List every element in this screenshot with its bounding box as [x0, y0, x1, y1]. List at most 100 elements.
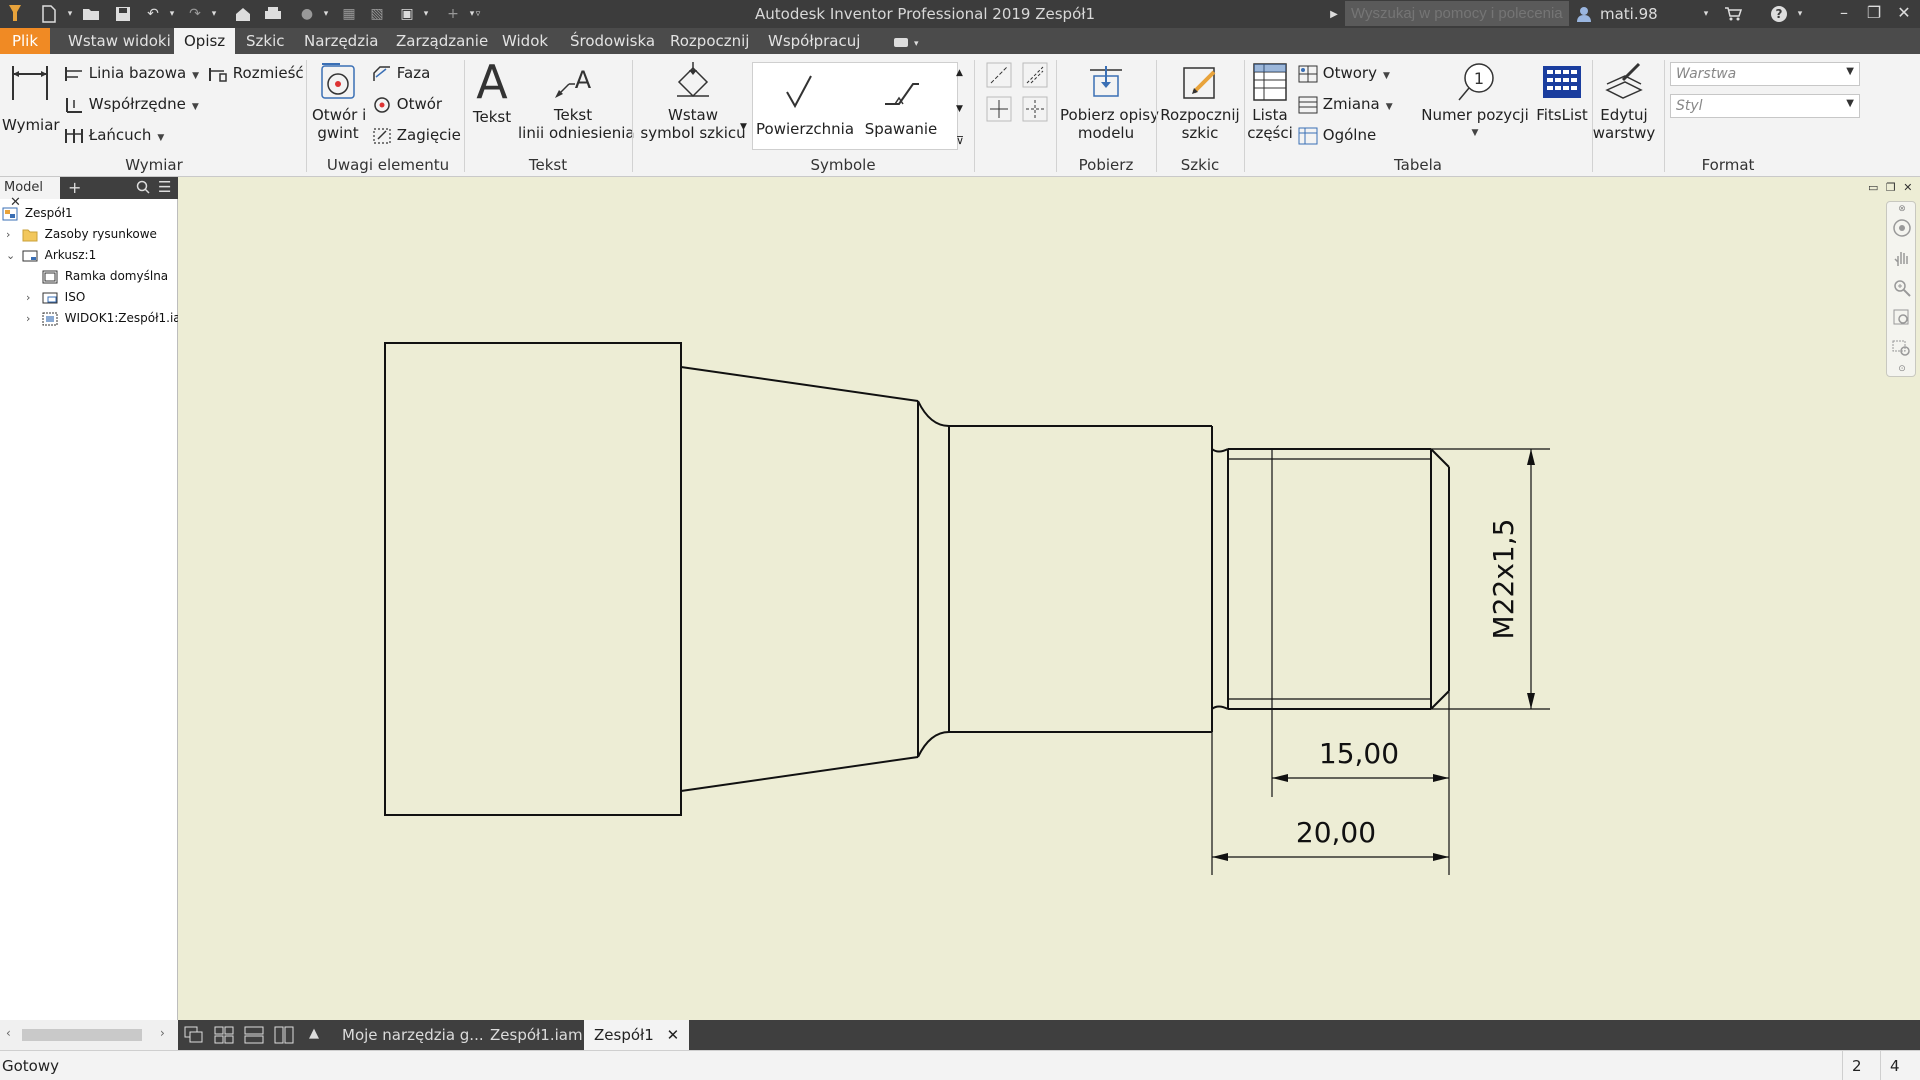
hole-note-button[interactable]: Otwór: [372, 95, 442, 114]
chevron-down-icon[interactable]: ▾: [208, 4, 220, 24]
dimension-text-thread[interactable]: M22x1,5: [1487, 519, 1520, 640]
chevron-down-icon[interactable]: ▼: [192, 102, 199, 112]
chevron-down-icon[interactable]: ▼: [192, 71, 199, 81]
chevron-down-icon[interactable]: ▼: [1386, 102, 1393, 112]
tile-vertical-icon[interactable]: [274, 1026, 294, 1044]
tree-item-iso[interactable]: › ISO: [26, 287, 85, 307]
ordinate-button[interactable]: Współrzędne ▼: [64, 95, 199, 114]
scroll-right-icon[interactable]: ›: [160, 1026, 165, 1040]
scroll-left-icon[interactable]: ‹: [6, 1026, 11, 1040]
arrange-button[interactable]: Rozmieść: [208, 64, 304, 83]
browser-tab-model[interactable]: Model ✕: [0, 177, 60, 210]
center-mark-icon[interactable]: [986, 96, 1012, 126]
fitslist-button[interactable]: FitsList: [1534, 60, 1590, 124]
help-icon[interactable]: ?: [1768, 4, 1790, 24]
baseline-button[interactable]: Linia bazowa ▼: [64, 64, 199, 83]
tab-szkic[interactable]: Szkic: [236, 28, 295, 54]
steering-wheel-icon[interactable]: [1892, 218, 1912, 238]
balloon-button[interactable]: 1 Numer pozycji ▼: [1420, 60, 1530, 142]
new-file-icon[interactable]: [38, 4, 60, 24]
tile-horizontal-icon[interactable]: [244, 1026, 264, 1044]
chevron-down-icon[interactable]: ▼: [1420, 124, 1530, 142]
inventor-logo-icon[interactable]: [4, 4, 26, 24]
chevron-down-icon[interactable]: ▾: [166, 4, 178, 24]
centerline-bisector-icon[interactable]: [986, 62, 1012, 92]
centered-pattern-icon[interactable]: [1022, 96, 1048, 126]
doc-tab-zespol1[interactable]: Zespół1 ✕: [584, 1020, 690, 1050]
bend-button[interactable]: Zagięcie: [372, 126, 461, 145]
dimension-text-20[interactable]: 20,00: [1296, 816, 1376, 849]
material-icon[interactable]: ●: [296, 4, 318, 24]
undo-icon[interactable]: ↶: [142, 4, 164, 24]
chevron-down-icon[interactable]: ▼: [740, 122, 747, 132]
close-icon[interactable]: ✕: [667, 1026, 680, 1044]
undercut-bottom[interactable]: [1211, 705, 1229, 710]
tree-item-assembly[interactable]: Zespół1: [2, 203, 73, 223]
chevron-down-icon[interactable]: ⌄: [6, 246, 18, 266]
chevron-down-icon[interactable]: ▾: [1794, 4, 1806, 24]
home-icon[interactable]: [232, 4, 254, 24]
plus-icon[interactable]: +: [442, 4, 464, 24]
dimension-text-15[interactable]: 15,00: [1319, 737, 1399, 770]
centerline-icon[interactable]: [1022, 62, 1048, 92]
doc-tab-assembly-iam[interactable]: Zespół1.iam: [480, 1020, 593, 1050]
hole-table-button[interactable]: Otwory ▼: [1298, 64, 1390, 83]
surface-texture-button[interactable]: Powierzchnia: [756, 72, 854, 138]
tab-widok[interactable]: Widok: [492, 28, 558, 54]
tree-item-drawing-resources[interactable]: › Zasoby rysunkowe: [6, 224, 157, 244]
retrieve-model-annotations-button[interactable]: Pobierz opisy modelu: [1060, 60, 1159, 142]
customize-icon[interactable]: ▿: [472, 4, 484, 24]
fillet-bottom[interactable]: [917, 731, 950, 758]
taper-top-edge[interactable]: [680, 366, 919, 402]
tab-plik[interactable]: Plik: [0, 28, 50, 54]
clear-appearance-icon[interactable]: ▧: [366, 4, 388, 24]
navbar-close-icon[interactable]: ⊗: [1892, 204, 1912, 214]
zoom-icon[interactable]: [1892, 278, 1912, 298]
document-list-icon[interactable]: ▲: [304, 1026, 324, 1044]
gallery-down-icon[interactable]: ▼: [956, 104, 963, 114]
tab-srodowiska[interactable]: Środowiska: [560, 28, 665, 54]
chamfer-top[interactable]: [1430, 448, 1450, 468]
tree-item-sheet[interactable]: ⌄ Arkusz:1: [6, 245, 96, 265]
appearance-icon[interactable]: ▦: [338, 4, 360, 24]
save-icon[interactable]: [112, 4, 134, 24]
chevron-down-icon[interactable]: ▼: [1383, 71, 1390, 81]
help-search-input[interactable]: [1345, 1, 1569, 26]
chevron-down-icon[interactable]: ▾: [320, 4, 332, 24]
pan-hand-icon[interactable]: [1892, 248, 1912, 268]
print-icon[interactable]: [262, 4, 284, 24]
shaft-block-outline[interactable]: [384, 342, 682, 816]
chevron-down-icon[interactable]: ▼: [1846, 98, 1854, 109]
open-folder-icon[interactable]: [80, 4, 102, 24]
tab-wspolpracuj[interactable]: Współpracuj: [758, 28, 870, 54]
add-tab-icon[interactable]: +: [68, 178, 81, 197]
chevron-down-icon[interactable]: ▾: [420, 4, 432, 24]
menu-icon[interactable]: ☰: [158, 178, 171, 196]
zoom-window-icon[interactable]: [1892, 338, 1912, 358]
style-select[interactable]: Styl ▼: [1670, 94, 1860, 118]
leader-text-button[interactable]: A Tekst linii odniesienia: [518, 60, 635, 142]
chevron-right-icon[interactable]: ›: [26, 309, 38, 329]
cart-icon[interactable]: [1722, 4, 1744, 24]
browser-horizontal-scrollbar[interactable]: ‹ ›: [0, 1026, 178, 1044]
cascade-windows-icon[interactable]: [184, 1026, 204, 1044]
chain-button[interactable]: Łańcuch ▼: [64, 126, 164, 145]
chevron-down-icon[interactable]: ▼: [1846, 66, 1854, 77]
undercut-top[interactable]: [1211, 448, 1229, 453]
chevron-right-icon[interactable]: ›: [6, 225, 18, 245]
chamfer-bottom[interactable]: [1430, 690, 1450, 710]
gallery-expand-icon[interactable]: ⊽: [956, 134, 964, 147]
tab-narzedzia[interactable]: Narzędzia: [294, 28, 388, 54]
chevron-right-icon[interactable]: ›: [26, 288, 38, 308]
navbar-options-icon[interactable]: ⊙: [1892, 364, 1912, 374]
doc-tab-my-tools[interactable]: Moje narzędzia g...: [332, 1020, 494, 1050]
chevron-down-icon[interactable]: ▾: [1700, 4, 1712, 24]
revision-table-button[interactable]: Zmiana ▼: [1298, 95, 1393, 114]
fillet-top[interactable]: [917, 400, 950, 427]
zoom-all-icon[interactable]: [1892, 308, 1912, 328]
parts-list-button[interactable]: Lista części: [1246, 60, 1294, 142]
restore-icon[interactable]: ❐: [1862, 3, 1886, 25]
tab-rozpocznij[interactable]: Rozpocznij: [660, 28, 759, 54]
tab-wstaw-widoki[interactable]: Wstaw widoki: [58, 28, 181, 54]
minimize-icon[interactable]: –: [1832, 3, 1856, 25]
